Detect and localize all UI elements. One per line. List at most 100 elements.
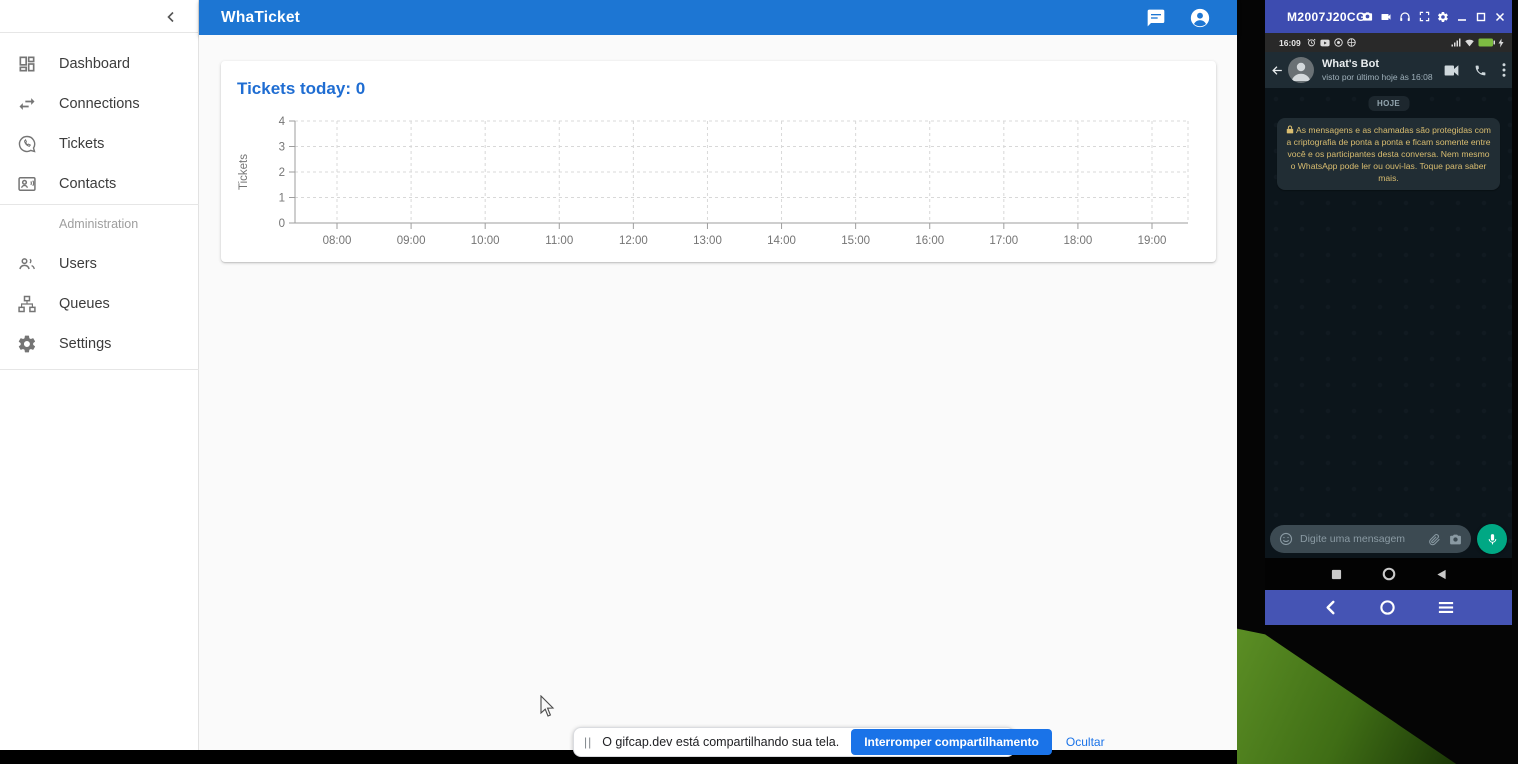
recents-button[interactable] <box>1331 569 1342 580</box>
back-button[interactable] <box>1436 569 1447 580</box>
contact-card-icon <box>15 172 39 196</box>
whatsapp-icon <box>15 132 39 156</box>
lock-icon <box>1286 125 1294 134</box>
svg-text:Tickets: Tickets <box>238 154 250 190</box>
account-circle-icon <box>1189 7 1211 29</box>
svg-text:10:00: 10:00 <box>471 235 500 247</box>
svg-text:4: 4 <box>279 116 286 128</box>
collapse-sidebar-button[interactable] <box>159 5 183 29</box>
svg-text:18:00: 18:00 <box>1064 235 1093 247</box>
svg-text:12:00: 12:00 <box>619 235 648 247</box>
sidebar-item-label: Contacts <box>59 176 116 192</box>
nav-back-button[interactable] <box>1324 600 1337 615</box>
sidebar-item-tickets[interactable]: Tickets <box>0 124 199 164</box>
last-seen: visto por último hoje às 16:08 <box>1322 72 1433 82</box>
appbar: WhaTicket <box>199 0 1237 35</box>
back-arrow-icon[interactable] <box>1270 64 1284 77</box>
svg-text:17:00: 17:00 <box>989 235 1018 247</box>
hide-link[interactable]: Ocultar <box>1066 735 1105 749</box>
youtube-icon <box>1320 39 1330 47</box>
account-menu-button[interactable] <box>1189 7 1211 29</box>
mic-icon <box>1486 533 1499 546</box>
svg-text:08:00: 08:00 <box>323 235 352 247</box>
app-circle-icon <box>1334 38 1343 47</box>
minimize-window-button[interactable] <box>1456 11 1468 23</box>
sidebar-divider <box>0 369 199 370</box>
fullscreen-button[interactable] <box>1418 11 1430 23</box>
chart-title: Tickets today: 0 <box>237 79 365 99</box>
svg-text:13:00: 13:00 <box>693 235 722 247</box>
audio-headphones-button[interactable] <box>1399 11 1411 23</box>
sidebar-item-settings[interactable]: Settings <box>0 324 199 364</box>
sidebar-item-queues[interactable]: Queues <box>0 284 199 324</box>
contact-name: What's Bot <box>1322 58 1433 70</box>
more-options-button[interactable] <box>1502 63 1506 77</box>
sidebar-divider <box>0 204 199 205</box>
sidebar-item-contacts[interactable]: Contacts <box>0 164 199 204</box>
chevron-left-icon <box>164 10 178 24</box>
chat-icon <box>1146 8 1166 28</box>
close-window-button[interactable] <box>1494 11 1506 23</box>
record-video-button[interactable] <box>1380 11 1392 23</box>
sidebar-item-label: Users <box>59 256 97 272</box>
voice-record-button[interactable] <box>1477 524 1507 554</box>
phone-titlebar[interactable]: M2007J20CG <box>1265 0 1512 33</box>
sidebar-section-administration: Administration <box>59 217 138 231</box>
android-status-bar: 16:09 <box>1265 33 1512 52</box>
svg-text:1: 1 <box>279 193 285 205</box>
contact-info[interactable]: What's Bot visto por último hoje às 16:0… <box>1322 58 1433 82</box>
tickets-chart: 0123408:0009:0010:0011:0012:0013:0014:00… <box>233 111 1208 256</box>
attach-paperclip-icon[interactable] <box>1428 533 1441 546</box>
svg-text:16:00: 16:00 <box>915 235 944 247</box>
contact-avatar[interactable] <box>1288 57 1314 83</box>
svg-text:15:00: 15:00 <box>841 235 870 247</box>
sidebar-item-connections[interactable]: Connections <box>0 84 199 124</box>
stop-sharing-button[interactable]: Interromper compartilhamento <box>851 729 1052 755</box>
wallpaper-leaf <box>1237 620 1518 764</box>
people-icon <box>15 252 39 276</box>
signal-icon <box>1451 38 1461 47</box>
maximize-window-button[interactable] <box>1475 11 1487 23</box>
sidebar-item-label: Settings <box>59 336 111 352</box>
dashboard-icon <box>15 52 39 76</box>
video-call-button[interactable] <box>1444 64 1459 77</box>
encryption-notice[interactable]: As mensagens e as chamadas são protegida… <box>1277 118 1500 190</box>
encryption-notice-text: As mensagens e as chamadas são protegida… <box>1287 125 1491 183</box>
svg-text:0: 0 <box>279 218 285 230</box>
phone-window-title: M2007J20CG <box>1287 10 1366 24</box>
whatsapp-header: What's Bot visto por último hoje às 16:0… <box>1265 52 1512 88</box>
nav-home-button[interactable] <box>1379 599 1396 616</box>
scrcpy-nav-bar <box>1265 590 1512 625</box>
settings-gear-button[interactable] <box>1437 11 1449 23</box>
drag-handle-icon[interactable]: || <box>584 735 592 749</box>
svg-text:19:00: 19:00 <box>1138 235 1167 247</box>
svg-text:3: 3 <box>279 142 285 154</box>
mouse-cursor <box>540 695 556 719</box>
screenshot-camera-button[interactable] <box>1361 11 1373 23</box>
wifi-icon <box>1464 38 1475 47</box>
camera-icon[interactable] <box>1449 533 1462 546</box>
chat-messages-button[interactable] <box>1145 7 1167 29</box>
nav-menu-button[interactable] <box>1438 601 1454 614</box>
charging-bolt-icon <box>1498 38 1504 48</box>
phone-window: M2007J20CG <box>1265 0 1512 625</box>
voice-call-button[interactable] <box>1474 64 1487 77</box>
main-content: Tickets today: 0 0123408:0009:0010:0011:… <box>199 35 1237 750</box>
gear-icon <box>15 332 39 356</box>
sidebar-item-label: Connections <box>59 96 140 112</box>
sidebar-item-label: Tickets <box>59 136 104 152</box>
sidebar-item-dashboard[interactable]: Dashboard <box>0 44 199 84</box>
android-nav-bar <box>1265 558 1512 590</box>
whaticket-app: Dashboard Connections Tickets <box>0 0 1237 750</box>
sidebar-item-users[interactable]: Users <box>0 244 199 284</box>
svg-text:11:00: 11:00 <box>545 235 573 247</box>
home-button[interactable] <box>1382 567 1396 581</box>
tree-icon <box>15 292 39 316</box>
status-time: 16:09 <box>1279 38 1301 48</box>
share-message: O gifcap.dev está compartilhando sua tel… <box>602 735 839 749</box>
sidebar: Dashboard Connections Tickets <box>0 0 199 750</box>
message-input[interactable]: Digite uma mensagem <box>1270 525 1471 553</box>
sidebar-header <box>0 0 199 33</box>
emoji-icon[interactable] <box>1279 532 1293 546</box>
svg-text:2: 2 <box>279 167 285 179</box>
